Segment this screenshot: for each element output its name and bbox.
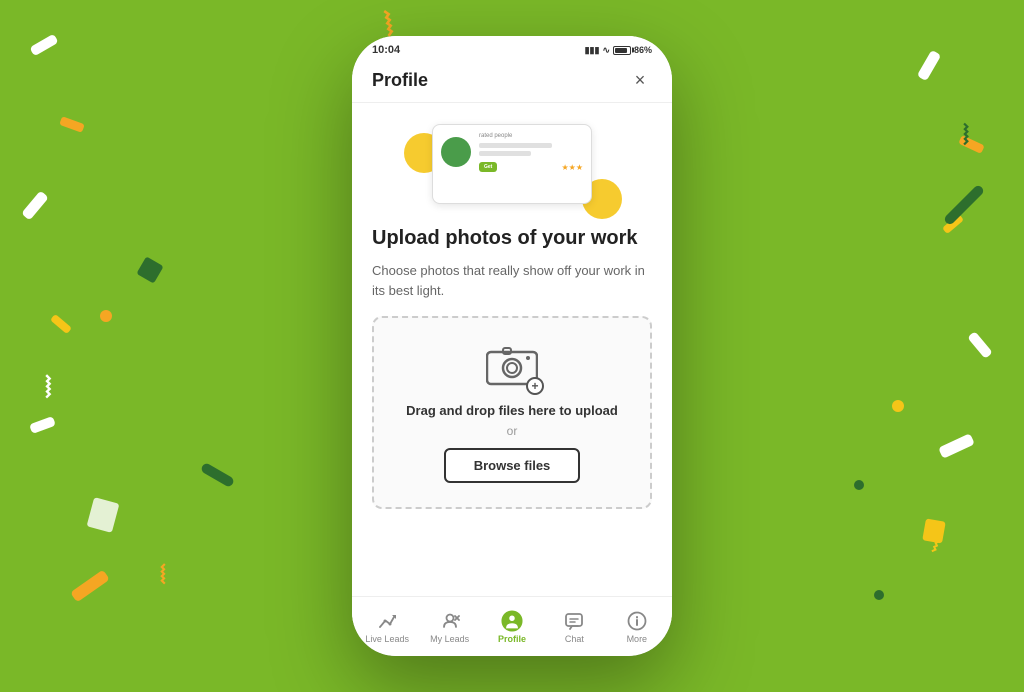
confetti-curly: ⧙ bbox=[160, 560, 166, 588]
nav-label-live-leads: Live Leads bbox=[365, 634, 409, 644]
confetti-piece bbox=[967, 331, 993, 359]
confetti-piece bbox=[892, 400, 904, 412]
confetti-piece bbox=[942, 214, 964, 234]
bottom-navigation: Live Leads My Leads bbox=[352, 596, 672, 656]
live-leads-icon bbox=[376, 610, 398, 632]
nav-label-more: More bbox=[627, 634, 648, 644]
phone-mockup: 10:04 ▮▮▮ ∿ 86% Profile × bbox=[352, 36, 672, 656]
camera-icon-container: + bbox=[486, 342, 538, 391]
profile-line bbox=[479, 143, 552, 148]
star-rating: ★★★ bbox=[561, 163, 583, 172]
confetti-piece bbox=[70, 570, 110, 603]
confetti-piece bbox=[938, 433, 975, 459]
nav-item-more[interactable]: More bbox=[606, 610, 668, 644]
confetti-piece bbox=[29, 416, 56, 434]
screen-content: rated people Get ★★★ bbox=[352, 103, 672, 628]
confetti-piece bbox=[59, 116, 85, 133]
signal-icon: ▮▮▮ bbox=[585, 45, 600, 56]
confetti-piece bbox=[50, 314, 72, 334]
drag-drop-text: Drag and drop files here to upload bbox=[390, 403, 634, 418]
upload-subtitle: Choose photos that really show off your … bbox=[372, 261, 652, 300]
upload-title: Upload photos of your work bbox=[372, 225, 652, 251]
profile-preview-section: rated people Get ★★★ bbox=[372, 119, 652, 209]
nav-item-my-leads[interactable]: My Leads bbox=[418, 610, 480, 644]
profile-icon bbox=[501, 610, 523, 632]
confetti-curly: ⧘ bbox=[929, 530, 943, 556]
browse-files-button[interactable]: Browse files bbox=[444, 448, 581, 483]
confetti-piece bbox=[100, 310, 112, 322]
confetti-piece bbox=[29, 34, 58, 57]
avatar bbox=[441, 137, 471, 167]
status-time: 10:04 bbox=[372, 44, 400, 56]
battery-percent: 86% bbox=[634, 45, 652, 55]
profile-card-info: rated people Get ★★★ bbox=[479, 133, 583, 195]
nav-label-chat: Chat bbox=[565, 634, 584, 644]
or-separator: or bbox=[390, 424, 634, 438]
confetti-piece bbox=[87, 497, 120, 533]
confetti-piece bbox=[922, 518, 946, 543]
confetti-ribbon bbox=[200, 462, 235, 488]
nav-label-profile: Profile bbox=[498, 634, 526, 644]
confetti-piece bbox=[874, 590, 884, 600]
page-title: Profile bbox=[372, 70, 428, 91]
confetti-piece bbox=[136, 256, 163, 283]
file-drop-zone[interactable]: + Drag and drop files here to upload or … bbox=[372, 316, 652, 509]
screen-header: Profile × bbox=[352, 60, 672, 103]
confetti-ribbon bbox=[943, 184, 985, 226]
confetti-curly: ⧘ bbox=[45, 370, 52, 402]
profile-line bbox=[479, 151, 531, 156]
my-leads-icon bbox=[439, 610, 461, 632]
confetti-piece bbox=[917, 50, 942, 81]
phone-frame: 10:04 ▮▮▮ ∿ 86% Profile × bbox=[352, 36, 672, 656]
profile-card-bottom: Get ★★★ bbox=[479, 162, 583, 172]
battery-icon bbox=[613, 46, 631, 55]
profile-lines bbox=[479, 143, 583, 156]
wifi-icon: ∿ bbox=[602, 45, 610, 56]
plus-icon: + bbox=[526, 377, 544, 395]
confetti-curly: ⧙ bbox=[963, 120, 969, 150]
nav-item-chat[interactable]: Chat bbox=[543, 610, 605, 644]
confetti-piece bbox=[854, 480, 864, 490]
confetti-piece bbox=[21, 190, 49, 220]
profile-cta-button: Get bbox=[479, 162, 497, 172]
close-button[interactable]: × bbox=[628, 68, 652, 92]
chat-icon bbox=[563, 610, 585, 632]
status-icons: ▮▮▮ ∿ 86% bbox=[585, 45, 652, 56]
phone-screen: 10:04 ▮▮▮ ∿ 86% Profile × bbox=[352, 36, 672, 656]
more-icon bbox=[626, 610, 648, 632]
status-bar: 10:04 ▮▮▮ ∿ 86% bbox=[352, 36, 672, 60]
profile-card-preview: rated people Get ★★★ bbox=[432, 124, 592, 204]
nav-item-profile[interactable]: Profile bbox=[481, 610, 543, 644]
nav-label-my-leads: My Leads bbox=[430, 634, 469, 644]
nav-item-live-leads[interactable]: Live Leads bbox=[356, 610, 418, 644]
confetti-piece bbox=[958, 135, 984, 154]
brand-label: rated people bbox=[479, 133, 583, 139]
